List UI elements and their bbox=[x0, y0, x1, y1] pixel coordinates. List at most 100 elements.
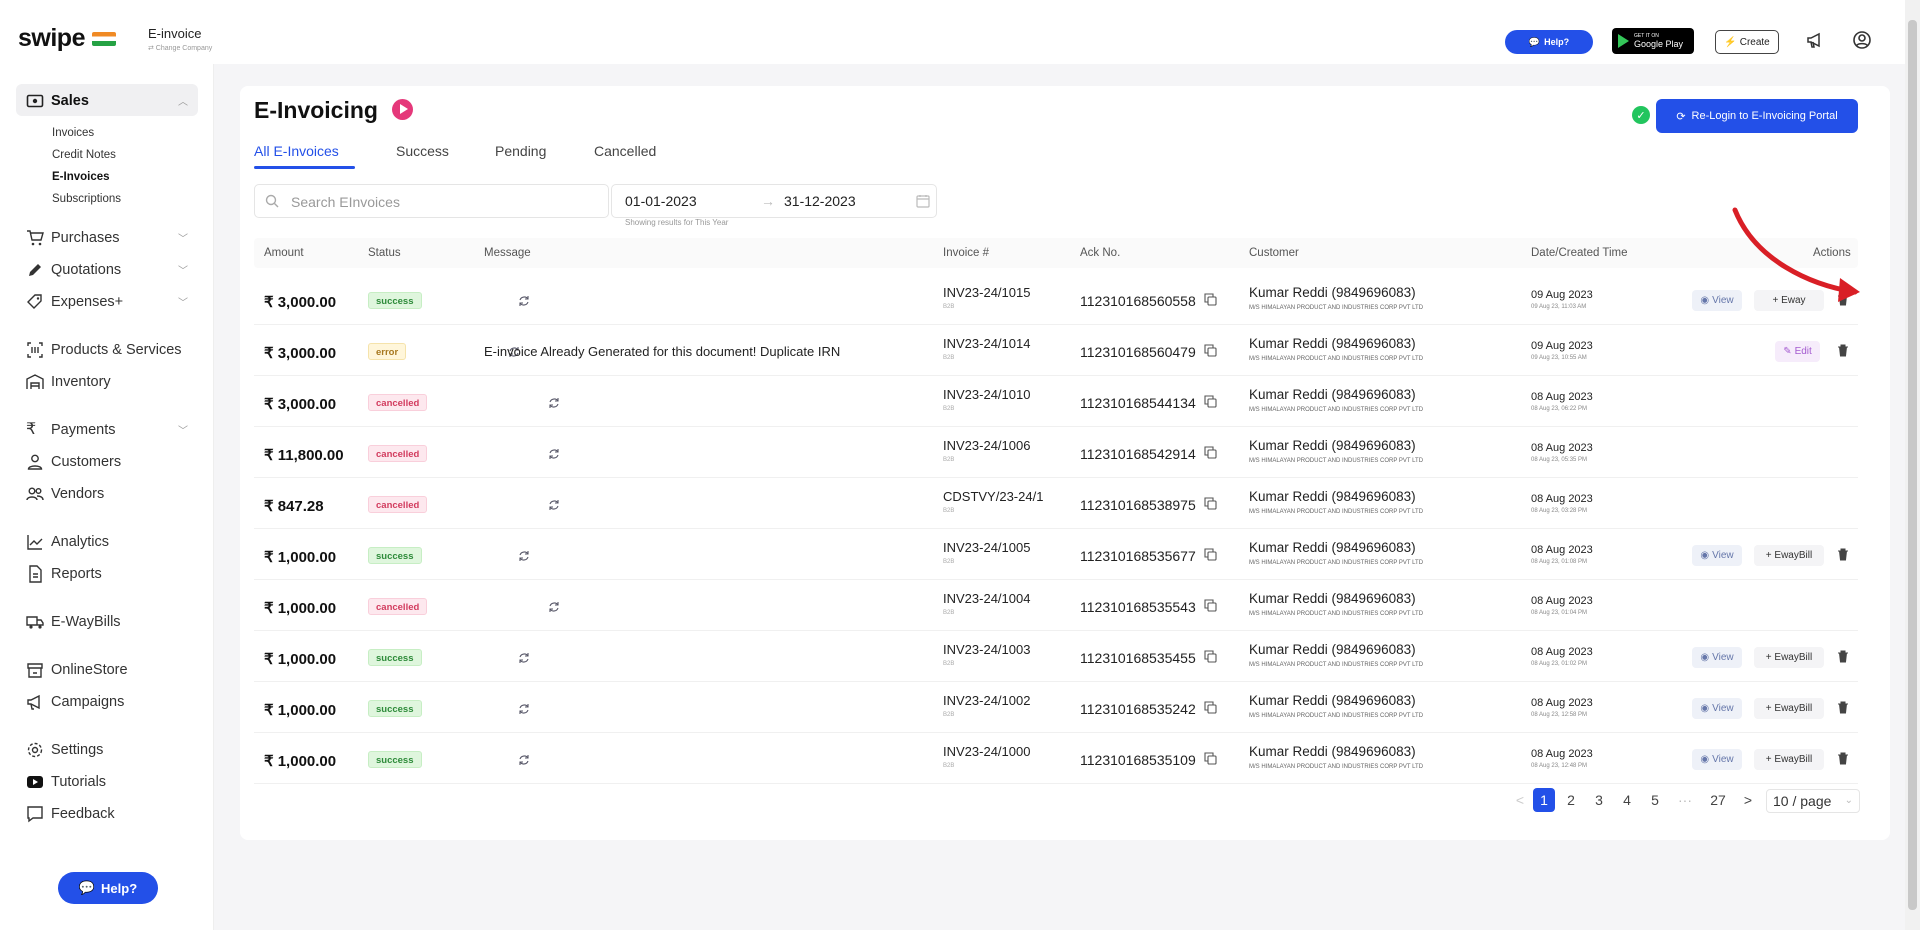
customer-name[interactable]: Kumar Reddi (9849696083) bbox=[1249, 540, 1416, 555]
refresh-icon[interactable] bbox=[548, 600, 560, 612]
trash-icon[interactable] bbox=[1837, 650, 1849, 663]
copy-icon[interactable] bbox=[1204, 497, 1217, 510]
refresh-icon[interactable] bbox=[518, 702, 530, 714]
chevron-down-icon[interactable]: ﹀ bbox=[178, 422, 188, 437]
trash-icon[interactable] bbox=[1837, 752, 1849, 765]
company-name[interactable]: E-invoice bbox=[148, 26, 201, 41]
invoice-number[interactable]: INV23-24/1005 bbox=[943, 540, 1030, 555]
table-row[interactable]: ₹ 1,000.00 success INV23-24/1002 B2B 1123101… bbox=[254, 682, 1858, 733]
invoice-number[interactable]: INV23-24/1006 bbox=[943, 438, 1030, 453]
refresh-icon[interactable] bbox=[548, 396, 560, 408]
page-1[interactable]: 1 bbox=[1533, 788, 1555, 812]
prev-page-button[interactable]: < bbox=[1510, 788, 1530, 812]
table-row[interactable]: ₹ 3,000.00 error E-invoice Already Generat… bbox=[254, 325, 1858, 376]
trash-icon[interactable] bbox=[1837, 548, 1849, 561]
relogin-button[interactable]: ⟳ Re-Login to E-Invoicing Portal bbox=[1656, 99, 1858, 133]
page-ellipsis[interactable]: ··· bbox=[1675, 788, 1695, 812]
table-row[interactable]: ₹ 3,000.00 success INV23-24/1015 B2B 1123101… bbox=[254, 274, 1858, 325]
table-row[interactable]: ₹ 847.28 cancelled CDSTVY/23-24/1 B2B 112310… bbox=[254, 478, 1858, 529]
tab-all-e-invoices[interactable]: All E-Invoices bbox=[254, 143, 339, 159]
invoice-number[interactable]: INV23-24/1014 bbox=[943, 336, 1030, 351]
customer-name[interactable]: Kumar Reddi (9849696083) bbox=[1249, 489, 1416, 504]
refresh-icon[interactable] bbox=[548, 447, 560, 459]
chevron-down-icon[interactable]: ﹀ bbox=[178, 294, 188, 309]
customer-name[interactable]: Kumar Reddi (9849696083) bbox=[1249, 642, 1416, 657]
refresh-icon[interactable] bbox=[518, 549, 530, 561]
copy-icon[interactable] bbox=[1204, 701, 1217, 714]
sidebar-sub-credit-notes[interactable]: Credit Notes bbox=[52, 149, 116, 161]
invoice-number[interactable]: INV23-24/1000 bbox=[943, 744, 1030, 759]
table-row[interactable]: ₹ 1,000.00 success INV23-24/1000 B2B 1123101… bbox=[254, 733, 1858, 784]
view-button[interactable]: ◉ View bbox=[1692, 698, 1742, 719]
chevron-down-icon[interactable]: ﹀ bbox=[178, 230, 188, 245]
invoice-number[interactable]: INV23-24/1003 bbox=[943, 642, 1030, 657]
invoice-number[interactable]: INV23-24/1010 bbox=[943, 387, 1030, 402]
eway-bill-button[interactable]: + EwayBill bbox=[1754, 545, 1824, 566]
copy-icon[interactable] bbox=[1204, 599, 1217, 612]
search-box[interactable] bbox=[254, 184, 609, 218]
sidebar-sub-subscriptions[interactable]: Subscriptions bbox=[52, 193, 121, 205]
page-size-select[interactable]: 10 / page ⌄ bbox=[1766, 789, 1860, 813]
table-row[interactable]: ₹ 1,000.00 success INV23-24/1005 B2B 1123101… bbox=[254, 529, 1858, 580]
page-5[interactable]: 5 bbox=[1645, 788, 1665, 812]
chevron-down-icon[interactable]: ﹀ bbox=[178, 262, 188, 277]
tab-success[interactable]: Success bbox=[396, 143, 449, 159]
sidebar-sub-e-invoices[interactable]: E-Invoices bbox=[52, 171, 110, 183]
chevron-up-icon[interactable]: ︿ bbox=[178, 93, 188, 108]
scrollbar-thumb[interactable] bbox=[1908, 20, 1917, 910]
view-button[interactable]: ◉ View bbox=[1692, 647, 1742, 668]
help-button[interactable]: 💬 Help? bbox=[1505, 30, 1593, 54]
invoice-number[interactable]: INV23-24/1004 bbox=[943, 591, 1030, 606]
table-row[interactable]: ₹ 11,800.00 cancelled INV23-24/1006 B2B 1123… bbox=[254, 427, 1858, 478]
date-from[interactable]: 01-01-2023 bbox=[625, 193, 697, 209]
trash-icon[interactable] bbox=[1837, 701, 1849, 714]
tab-cancelled[interactable]: Cancelled bbox=[594, 143, 656, 159]
customer-name[interactable]: Kumar Reddi (9849696083) bbox=[1249, 591, 1416, 606]
next-page-button[interactable]: > bbox=[1738, 788, 1758, 812]
google-play-badge[interactable]: GET IT ON Google Play bbox=[1612, 28, 1694, 54]
invoice-number[interactable]: INV23-24/1002 bbox=[943, 693, 1030, 708]
create-button[interactable]: ⚡ Create bbox=[1715, 30, 1779, 54]
copy-icon[interactable] bbox=[1204, 752, 1217, 765]
page-4[interactable]: 4 bbox=[1617, 788, 1637, 812]
copy-icon[interactable] bbox=[1204, 344, 1217, 357]
customer-name[interactable]: Kumar Reddi (9849696083) bbox=[1249, 744, 1416, 759]
change-company-link[interactable]: ⇄ Change Company bbox=[148, 44, 212, 52]
refresh-icon[interactable] bbox=[518, 753, 530, 765]
copy-icon[interactable] bbox=[1204, 293, 1217, 306]
customer-name[interactable]: Kumar Reddi (9849696083) bbox=[1249, 693, 1416, 708]
refresh-icon[interactable] bbox=[518, 651, 530, 663]
copy-icon[interactable] bbox=[1204, 650, 1217, 663]
customer-name[interactable]: Kumar Reddi (9849696083) bbox=[1249, 285, 1416, 300]
table-row[interactable]: ₹ 1,000.00 cancelled INV23-24/1004 B2B 11231… bbox=[254, 580, 1858, 631]
date-to[interactable]: 31-12-2023 bbox=[784, 193, 856, 209]
swipe-logo[interactable]: swipe bbox=[18, 24, 85, 53]
refresh-icon[interactable] bbox=[548, 498, 560, 510]
customer-name[interactable]: Kumar Reddi (9849696083) bbox=[1249, 438, 1416, 453]
invoice-number[interactable]: INV23-24/1015 bbox=[943, 285, 1030, 300]
edit-button[interactable]: ✎ Edit bbox=[1775, 341, 1820, 362]
page-27[interactable]: 27 bbox=[1708, 788, 1728, 812]
eway-bill-button[interactable]: + EwayBill bbox=[1754, 749, 1824, 770]
invoice-number[interactable]: CDSTVY/23-24/1 bbox=[943, 489, 1043, 504]
table-row[interactable]: ₹ 1,000.00 success INV23-24/1003 B2B 1123101… bbox=[254, 631, 1858, 682]
user-account-icon[interactable] bbox=[1852, 30, 1872, 50]
copy-icon[interactable] bbox=[1204, 395, 1217, 408]
customer-name[interactable]: Kumar Reddi (9849696083) bbox=[1249, 336, 1416, 351]
table-row[interactable]: ₹ 3,000.00 cancelled INV23-24/1010 B2B 11231… bbox=[254, 376, 1858, 427]
copy-icon[interactable] bbox=[1204, 548, 1217, 561]
sidebar-help-button[interactable]: 💬 Help? bbox=[58, 872, 158, 904]
play-video-icon[interactable] bbox=[392, 99, 413, 120]
copy-icon[interactable] bbox=[1204, 446, 1217, 459]
refresh-icon[interactable] bbox=[518, 294, 530, 306]
sidebar-sub-invoices[interactable]: Invoices bbox=[52, 127, 94, 139]
customer-name[interactable]: Kumar Reddi (9849696083) bbox=[1249, 387, 1416, 402]
eway-bill-button[interactable]: + EwayBill bbox=[1754, 698, 1824, 719]
trash-icon[interactable] bbox=[1837, 344, 1849, 357]
page-2[interactable]: 2 bbox=[1561, 788, 1581, 812]
view-button[interactable]: ◉ View bbox=[1692, 545, 1742, 566]
tab-pending[interactable]: Pending bbox=[495, 143, 546, 159]
eway-bill-button[interactable]: + EwayBill bbox=[1754, 647, 1824, 668]
search-input[interactable] bbox=[291, 191, 591, 213]
page-3[interactable]: 3 bbox=[1589, 788, 1609, 812]
